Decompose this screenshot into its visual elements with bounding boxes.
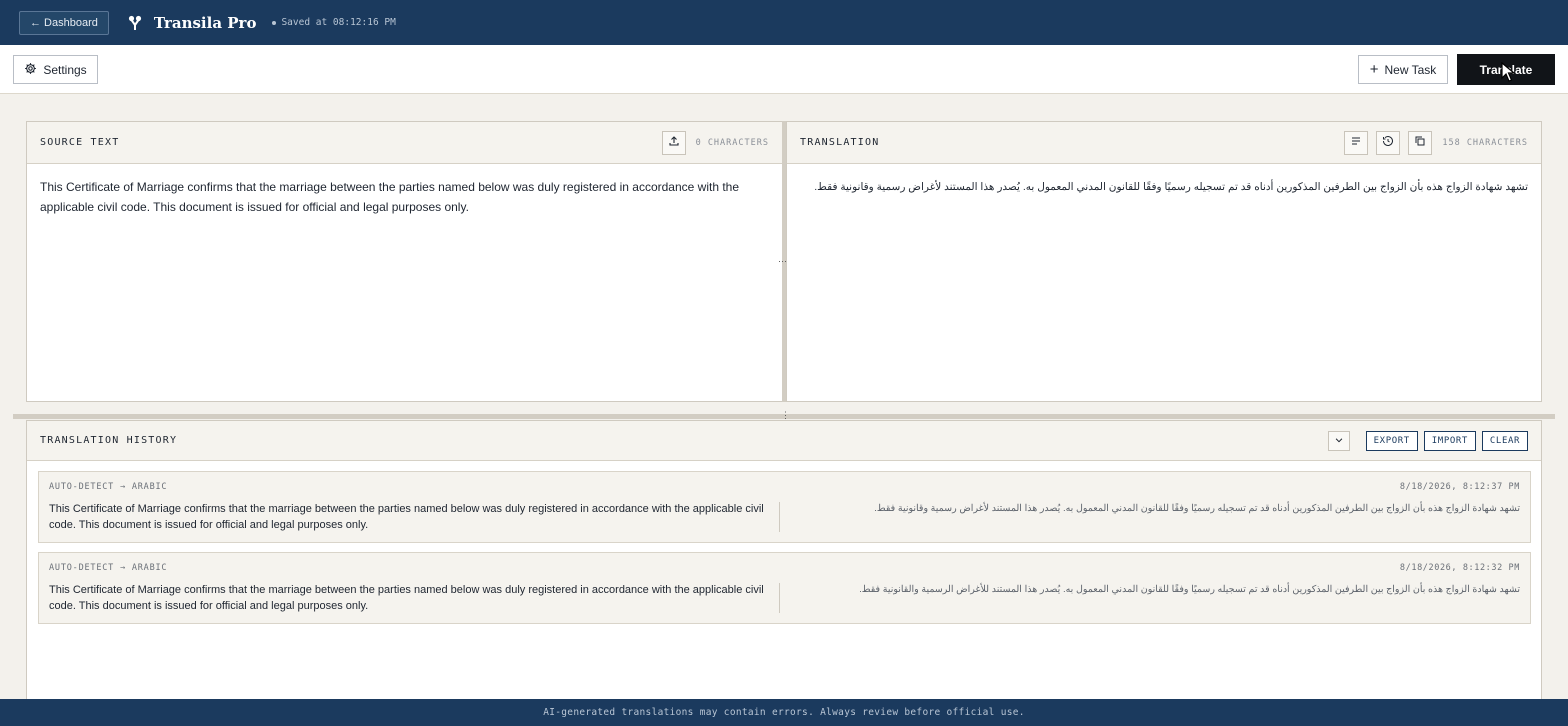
source-char-count: 0 CHARACTERS [695, 137, 769, 148]
history-entry-target: تشهد شهادة الزواج هذه بأن الزواج بين الط… [874, 503, 1520, 514]
history-title: TRANSLATION HISTORY [40, 435, 178, 446]
upload-button[interactable] [661, 130, 686, 155]
new-task-label: New Task [1384, 62, 1437, 77]
copy-button[interactable] [1408, 130, 1433, 155]
import-button[interactable]: IMPORT [1423, 430, 1476, 451]
translation-output: تشهد شهادة الزواج هذه بأن الزواج بين الط… [814, 181, 1528, 193]
translation-char-count: 158 CHARACTERS [1442, 137, 1528, 148]
plus-icon: + [1369, 60, 1379, 78]
history-entry-target: تشهد شهادة الزواج هذه بأن الزواج بين الط… [859, 584, 1520, 595]
text-lines-icon [1350, 134, 1362, 152]
saved-dot-icon [272, 20, 277, 25]
source-panel-title: SOURCE TEXT [40, 137, 120, 148]
history-button[interactable] [1376, 130, 1401, 155]
copy-icon [1414, 134, 1426, 152]
back-to-dashboard-button[interactable]: ← Dashboard [19, 10, 109, 35]
saved-status-text: Saved at 08:12:16 PM [281, 17, 396, 28]
back-button-label: ← Dashboard [30, 16, 98, 29]
app-title: Transila Pro [153, 13, 257, 32]
toolbar: Settings + New Task Translate [0, 45, 1568, 94]
history-entry-divider [779, 583, 780, 613]
source-panel-header: SOURCE TEXT 0 CHARACTERS [27, 122, 782, 164]
history-header: TRANSLATION HISTORY EXPORT IMPORT CLEAR [27, 421, 1541, 461]
clear-button[interactable]: CLEAR [1481, 430, 1528, 451]
history-entry-time: 8/18/2026, 8:12:32 PM [1399, 563, 1520, 573]
history-entry-language: AUTO-DETECT → ARABIC [49, 482, 168, 492]
app-header: ← Dashboard Transila Pro Saved at 08:12:… [0, 0, 1568, 45]
format-button[interactable] [1344, 130, 1369, 155]
upload-icon [668, 134, 680, 152]
saved-status: Saved at 08:12:16 PM [272, 17, 396, 28]
gear-icon [24, 62, 37, 78]
translation-panel: TRANSLATION 158 CHARACTERS تشهد شهادة ال… [786, 121, 1542, 402]
footer-disclaimer: AI-generated translations may contain er… [0, 699, 1568, 726]
history-entry-divider [779, 502, 780, 532]
translation-history: TRANSLATION HISTORY EXPORT IMPORT CLEAR … [26, 420, 1542, 699]
app-logo-icon [128, 15, 144, 31]
chevron-down-icon [1334, 432, 1344, 450]
settings-label: Settings [43, 62, 87, 77]
history-entry-source: This Certificate of Marriage confirms th… [49, 503, 764, 531]
history-entry-language: AUTO-DETECT → ARABIC [49, 563, 168, 573]
mouse-cursor-icon [1501, 61, 1516, 87]
export-button[interactable]: EXPORT [1365, 430, 1418, 451]
history-entry-source: This Certificate of Marriage confirms th… [49, 584, 764, 612]
source-text-area[interactable]: This Certificate of Marriage confirms th… [27, 164, 782, 230]
history-entry[interactable]: AUTO-DETECT → ARABIC 8/18/2026, 8:12:32 … [38, 552, 1531, 624]
history-entry-time: 8/18/2026, 8:12:37 PM [1399, 482, 1520, 492]
collapse-history-button[interactable] [1327, 430, 1350, 451]
new-task-button[interactable]: + New Task [1358, 55, 1448, 84]
history-entry[interactable]: AUTO-DETECT → ARABIC 8/18/2026, 8:12:37 … [38, 471, 1531, 543]
history-clock-icon [1382, 134, 1394, 152]
translation-panel-title: TRANSLATION [800, 137, 880, 148]
translation-panel-header: TRANSLATION 158 CHARACTERS [787, 122, 1541, 164]
source-panel: SOURCE TEXT 0 CHARACTERS This Certificat… [26, 121, 783, 402]
settings-button[interactable]: Settings [13, 55, 98, 84]
